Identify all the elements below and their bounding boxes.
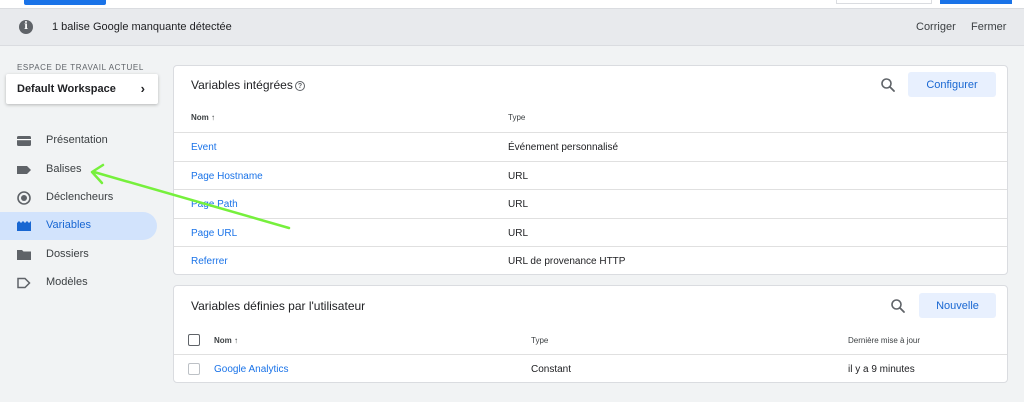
variable-name-link[interactable]: Event: [191, 142, 217, 153]
sidebar-item-label: Variables: [46, 219, 92, 231]
top-control-outline[interactable]: [836, 0, 932, 4]
active-tab-indicator: [24, 0, 106, 5]
variable-name-link[interactable]: Page Hostname: [191, 171, 263, 182]
notification-message: 1 balise Google manquante détectée: [52, 21, 232, 33]
select-all-checkbox[interactable]: [188, 334, 200, 346]
table-row[interactable]: Page URL URL: [174, 218, 1007, 246]
sidebar-item-folders[interactable]: Dossiers: [0, 241, 157, 269]
info-icon: i: [19, 20, 33, 34]
variable-type: URL de provenance HTTP: [508, 256, 626, 267]
table-row[interactable]: Event Événement personnalisé: [174, 132, 1007, 160]
table-row[interactable]: Google Analytics Constant il y a 9 minut…: [174, 354, 1007, 382]
overview-icon: [17, 136, 31, 146]
trigger-icon: [17, 191, 31, 205]
variable-name-link[interactable]: Google Analytics: [214, 364, 289, 375]
workspace-name: Default Workspace: [17, 83, 116, 95]
table-row[interactable]: Page Hostname URL: [174, 161, 1007, 189]
column-header-type: Type: [531, 336, 549, 345]
chevron-right-icon: ›: [140, 81, 145, 96]
column-header-last-edited: Dernière mise à jour: [848, 336, 921, 345]
close-button[interactable]: Fermer: [971, 21, 1006, 33]
variable-name-link[interactable]: Page URL: [191, 228, 237, 239]
top-strip: [0, 0, 1024, 8]
sidebar-item-triggers[interactable]: Déclencheurs: [0, 184, 157, 212]
fix-button[interactable]: Corriger: [916, 21, 956, 33]
search-icon[interactable]: [880, 77, 896, 93]
variable-type: URL: [508, 199, 529, 210]
sidebar-item-variables[interactable]: Variables: [0, 212, 157, 240]
variable-type: Événement personnalisé: [508, 142, 619, 153]
sidebar-item-tags[interactable]: Balises: [0, 156, 157, 184]
sort-arrow-icon: ↑: [211, 113, 216, 122]
new-variable-button[interactable]: Nouvelle: [919, 293, 996, 318]
column-header-label: Nom: [191, 113, 209, 122]
column-header-label: Nom: [214, 336, 232, 345]
variable-name-link[interactable]: Page Path: [191, 199, 238, 210]
sidebar-item-label: Modèles: [46, 276, 88, 288]
builtin-variables-title: Variables intégrées: [191, 78, 293, 92]
user-defined-variables-title: Variables définies par l'utilisateur: [191, 299, 366, 313]
workspace-selector[interactable]: Default Workspace ›: [6, 74, 158, 104]
variables-icon: [17, 221, 31, 231]
variable-last-edited: il y a 9 minutes: [848, 364, 915, 375]
tag-icon: [17, 166, 31, 174]
variable-type: URL: [508, 228, 529, 239]
sort-arrow-icon: ↑: [234, 336, 239, 345]
workspace-section-label: ESPACE DE TRAVAIL ACTUEL: [17, 63, 144, 72]
configure-button[interactable]: Configurer: [908, 72, 996, 97]
user-defined-variables-card: Variables définies par l'utilisateur Nou…: [173, 285, 1008, 383]
row-checkbox[interactable]: [188, 363, 200, 375]
column-header-name[interactable]: Nom ↑: [191, 113, 215, 122]
builtin-variables-card: Variables intégrées ? Configurer Nom ↑ T…: [173, 65, 1008, 275]
table-row[interactable]: Page Path URL: [174, 189, 1007, 217]
sidebar-item-templates[interactable]: Modèles: [0, 269, 157, 297]
column-header-name[interactable]: Nom ↑: [214, 336, 238, 345]
sidebar-item-label: Présentation: [46, 134, 108, 146]
top-control-primary[interactable]: [940, 0, 1012, 4]
sidebar-item-label: Déclencheurs: [46, 191, 114, 203]
search-icon[interactable]: [890, 298, 906, 314]
sidebar-item-label: Balises: [46, 163, 82, 175]
column-header-type: Type: [508, 113, 526, 122]
template-icon: [17, 277, 31, 289]
folder-icon: [17, 250, 31, 260]
variable-name-link[interactable]: Referrer: [191, 256, 228, 267]
variable-type: Constant: [531, 364, 572, 375]
help-icon[interactable]: ?: [295, 81, 305, 91]
variable-type: URL: [508, 171, 529, 182]
sidebar-item-label: Dossiers: [46, 248, 89, 260]
table-row[interactable]: Referrer URL de provenance HTTP: [174, 246, 1007, 274]
notification-bar: i 1 balise Google manquante détectée Cor…: [0, 8, 1024, 46]
sidebar-item-overview[interactable]: Présentation: [0, 127, 157, 155]
